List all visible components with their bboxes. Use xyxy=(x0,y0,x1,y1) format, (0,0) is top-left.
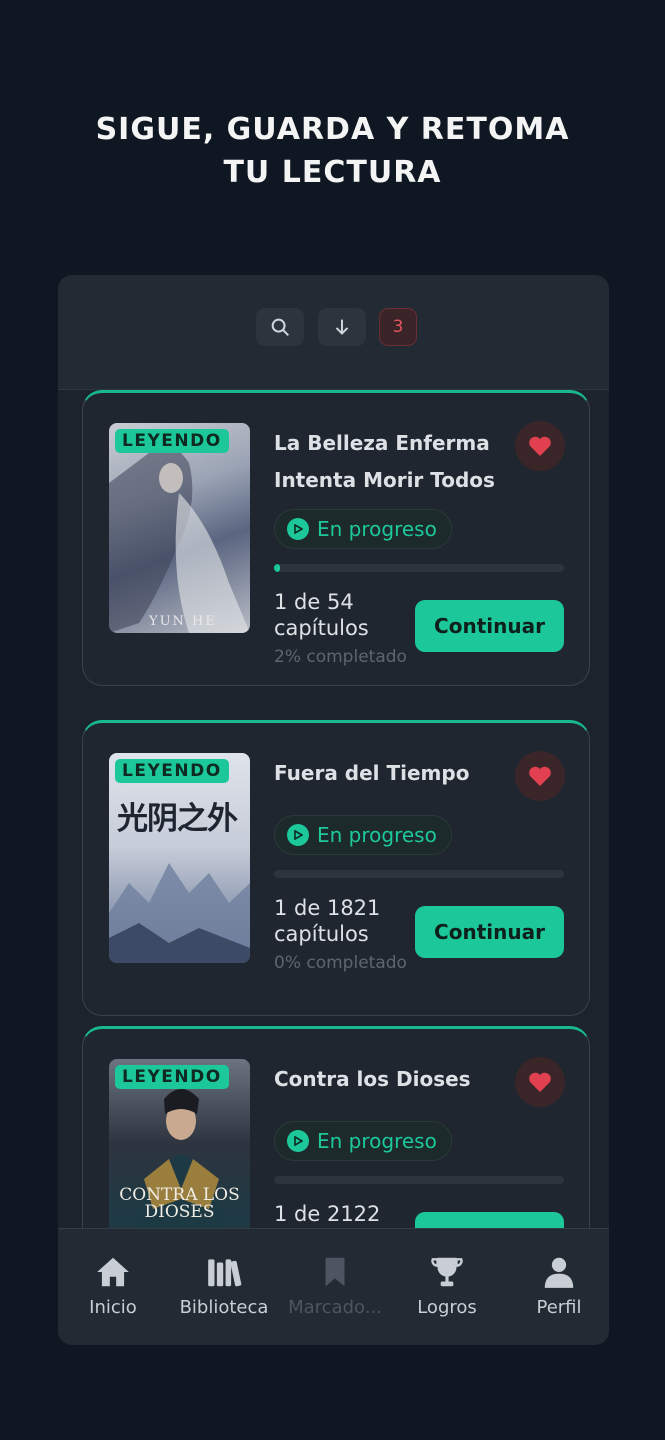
cover-caption: 光阴之外 xyxy=(117,801,238,837)
nav-label: Logros xyxy=(417,1297,477,1318)
book-cover[interactable]: LEYENDO CONTRA LOS DIOSES xyxy=(109,1059,250,1228)
download-button[interactable] xyxy=(318,308,366,346)
heart-icon xyxy=(529,436,551,456)
book-cover[interactable]: LEYENDO YUN HE xyxy=(109,423,250,633)
book-title-line-1: Fuera del Tiempo xyxy=(274,761,470,785)
chapter-count: 1 de 54 capítulos xyxy=(274,589,404,641)
percent-complete: 0% completado xyxy=(274,953,407,973)
book-title[interactable]: Contra los Dioses xyxy=(274,1061,504,1098)
nav-item-inicio[interactable]: Inicio xyxy=(58,1253,168,1318)
continue-button[interactable]: Continuar xyxy=(415,1212,564,1228)
nav-label: Inicio xyxy=(89,1297,137,1318)
book-cover[interactable]: LEYENDO 光阴之外 xyxy=(109,753,250,963)
book-card[interactable]: LEYENDO CONTRA LOS DIOSES Contra los Dio… xyxy=(82,1026,590,1228)
continue-button[interactable]: Continuar xyxy=(415,600,564,652)
bottom-nav: Inicio Biblioteca Marcado... Logros Perf… xyxy=(58,1228,609,1345)
cover-art xyxy=(109,445,250,633)
status-label: En progreso xyxy=(317,823,437,847)
top-bar: 3 xyxy=(58,275,609,390)
continue-button[interactable]: Continuar xyxy=(415,906,564,958)
headline-line-1: SIGUE, GUARDA Y RETOMA xyxy=(95,112,570,147)
status-tag: LEYENDO xyxy=(115,1065,229,1089)
book-title-line-1: La Belleza Enferma xyxy=(274,431,490,455)
search-button[interactable] xyxy=(256,308,304,346)
chapter-count-line-2: capítulos xyxy=(274,616,369,640)
chapter-count-line-1: 1 de 2122 xyxy=(274,1202,381,1226)
cover-caption: YUN HE xyxy=(149,614,217,629)
play-icon xyxy=(287,518,309,540)
arrow-down-icon xyxy=(335,319,349,335)
trophy-icon xyxy=(431,1257,463,1287)
percent-complete: 2% completado xyxy=(274,647,407,667)
count-badge[interactable]: 3 xyxy=(379,308,417,346)
chapter-count-line-2: capítulos xyxy=(274,922,369,946)
book-card[interactable]: LEYENDO 光阴之外 Fuera del Tiempo En progres… xyxy=(82,720,590,1016)
book-title[interactable]: Fuera del Tiempo xyxy=(274,755,504,792)
nav-label: Perfil xyxy=(536,1297,582,1318)
status-tag: LEYENDO xyxy=(115,429,229,453)
status-tag: LEYENDO xyxy=(115,759,229,783)
status-label: En progreso xyxy=(317,517,437,541)
favorite-button[interactable] xyxy=(515,1057,565,1107)
chapter-count-line-1: 1 de 54 xyxy=(274,590,354,614)
reading-list[interactable]: LEYENDO YUN HE La Belleza Enferma Intent… xyxy=(58,390,609,1228)
progress-bar xyxy=(274,870,564,878)
play-icon xyxy=(287,824,309,846)
status-pill: En progreso xyxy=(274,815,452,855)
nav-item-logros[interactable]: Logros xyxy=(392,1253,502,1318)
library-icon xyxy=(208,1259,242,1287)
nav-item-perfil[interactable]: Perfil xyxy=(504,1253,609,1318)
heart-icon xyxy=(529,766,551,786)
favorite-button[interactable] xyxy=(515,421,565,471)
play-icon xyxy=(287,1130,309,1152)
search-icon xyxy=(271,318,289,336)
book-card[interactable]: LEYENDO YUN HE La Belleza Enferma Intent… xyxy=(82,390,590,686)
status-pill: En progreso xyxy=(274,509,452,549)
app-screen: 3 LEYENDO YUN HE La Belleza Enferma Inte… xyxy=(58,275,609,1345)
status-pill: En progreso xyxy=(274,1121,452,1161)
nav-label: Biblioteca xyxy=(179,1297,269,1318)
status-label: En progreso xyxy=(317,1129,437,1153)
headline-line-2: TU LECTURA xyxy=(223,155,442,190)
progress-bar xyxy=(274,1176,564,1184)
nav-item-marcados[interactable]: Marcado... xyxy=(280,1253,390,1318)
cover-art xyxy=(109,863,250,963)
favorite-button[interactable] xyxy=(515,751,565,801)
headline: SIGUE, GUARDA Y RETOMA TU LECTURA xyxy=(0,108,665,194)
chapter-count: 1 de 2122 xyxy=(274,1201,404,1227)
chapter-count: 1 de 1821 capítulos xyxy=(274,895,404,947)
progress-bar xyxy=(274,564,564,572)
user-icon xyxy=(544,1257,574,1288)
progress-fill xyxy=(274,564,280,572)
book-title-line-1: Contra los Dioses xyxy=(274,1067,471,1091)
chapter-count-line-1: 1 de 1821 xyxy=(274,896,381,920)
nav-item-biblioteca[interactable]: Biblioteca xyxy=(169,1253,279,1318)
cover-caption: CONTRA LOS DIOSES xyxy=(119,1185,240,1222)
bookmark-icon xyxy=(325,1257,345,1287)
nav-label: Marcado... xyxy=(288,1297,382,1318)
heart-icon xyxy=(529,1072,551,1092)
home-icon xyxy=(97,1257,129,1287)
